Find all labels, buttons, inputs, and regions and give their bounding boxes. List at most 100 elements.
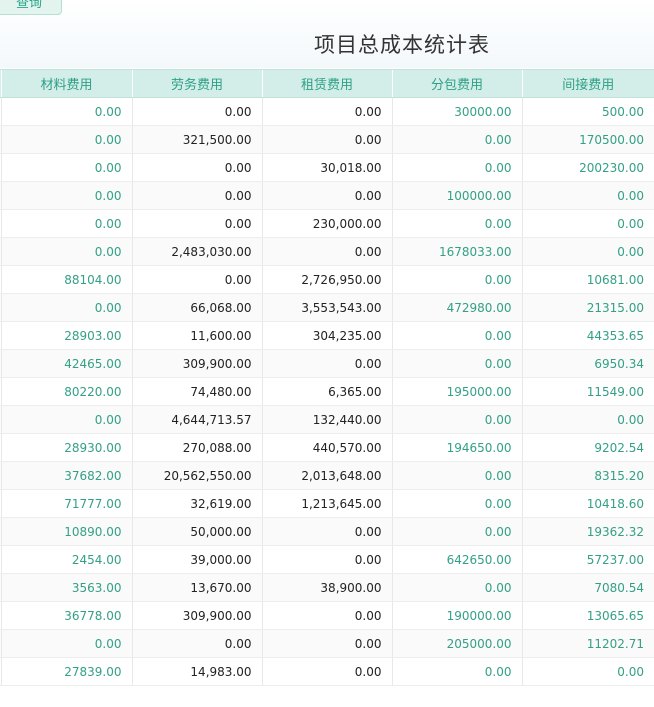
cell-subcontract: 0.00 xyxy=(391,125,522,154)
cell-indirect: 0.00 xyxy=(521,209,654,238)
cell-rental: 440,570.00 xyxy=(261,433,392,462)
cell-indirect: 13065.65 xyxy=(521,601,654,630)
cell-labor: 50,000.00 xyxy=(131,517,262,546)
cell-rental: 0.00 xyxy=(261,237,392,266)
cell-labor: 0.00 xyxy=(131,153,262,182)
cell-indirect: 8315.20 xyxy=(521,461,654,490)
table-row[interactable]: 0.00 0.00 0.00 100000.00 0.00 xyxy=(0,181,654,210)
cell-labor: 0.00 xyxy=(131,97,262,126)
cell-rental: 1,213,645.00 xyxy=(261,489,392,518)
cell-labor: 321,500.00 xyxy=(131,125,262,154)
cell-material: 36778.00 xyxy=(0,601,132,630)
cell-labor: 0.00 xyxy=(131,629,262,658)
cell-labor: 11,600.00 xyxy=(131,321,262,350)
cell-labor: 39,000.00 xyxy=(131,545,262,574)
cell-material: 80220.00 xyxy=(0,377,132,406)
cell-indirect: 9202.54 xyxy=(521,433,654,462)
cell-rental: 0.00 xyxy=(261,545,392,574)
cell-labor: 4,644,713.57 xyxy=(131,405,262,434)
table-row[interactable]: 88104.00 0.00 2,726,950.00 0.00 10681.00 xyxy=(0,265,654,294)
cell-indirect: 57237.00 xyxy=(521,545,654,574)
cell-labor: 309,900.00 xyxy=(131,601,262,630)
cell-subcontract: 0.00 xyxy=(391,573,522,602)
cell-indirect: 21315.00 xyxy=(521,293,654,322)
table-row[interactable]: 0.00 4,644,713.57 132,440.00 0.00 0.00 xyxy=(0,405,654,434)
column-header-material[interactable]: 材料费用 xyxy=(0,69,132,98)
cell-material: 27839.00 xyxy=(0,657,132,686)
table-row[interactable]: 10890.00 50,000.00 0.00 0.00 19362.32 xyxy=(0,517,654,546)
cell-labor: 2,483,030.00 xyxy=(131,237,262,266)
cell-indirect: 11549.00 xyxy=(521,377,654,406)
table-row[interactable]: 0.00 2,483,030.00 0.00 1678033.00 0.00 xyxy=(0,237,654,266)
table-row[interactable]: 0.00 0.00 230,000.00 0.00 0.00 xyxy=(0,209,654,238)
cell-rental: 6,365.00 xyxy=(261,377,392,406)
cell-indirect: 19362.32 xyxy=(521,517,654,546)
column-header-subcontract[interactable]: 分包费用 xyxy=(391,69,522,98)
cell-rental: 2,726,950.00 xyxy=(261,265,392,294)
table-row[interactable]: 0.00 321,500.00 0.00 0.00 170500.00 xyxy=(0,125,654,154)
cell-material: 3563.00 xyxy=(0,573,132,602)
cell-subcontract: 472980.00 xyxy=(391,293,522,322)
table-row[interactable]: 2454.00 39,000.00 0.00 642650.00 57237.00 xyxy=(0,545,654,574)
cell-subcontract: 30000.00 xyxy=(391,97,522,126)
cell-subcontract: 0.00 xyxy=(391,517,522,546)
cell-rental: 0.00 xyxy=(261,629,392,658)
cell-subcontract: 0.00 xyxy=(391,461,522,490)
cell-material: 28930.00 xyxy=(0,433,132,462)
cell-rental: 132,440.00 xyxy=(261,405,392,434)
cell-subcontract: 205000.00 xyxy=(391,629,522,658)
column-header-labor[interactable]: 劳务费用 xyxy=(131,69,262,98)
table-row[interactable]: 80220.00 74,480.00 6,365.00 195000.00 11549.… xyxy=(0,377,654,406)
table-row[interactable]: 0.00 0.00 0.00 30000.00 500.00 xyxy=(0,97,654,126)
table-row[interactable]: 27839.00 14,983.00 0.00 0.00 0.00 xyxy=(0,657,654,686)
table-row[interactable]: 0.00 0.00 0.00 205000.00 11202.71 xyxy=(0,629,654,658)
cell-material: 0.00 xyxy=(0,293,132,322)
table-row[interactable]: 28903.00 11,600.00 304,235.00 0.00 44353.65 xyxy=(0,321,654,350)
query-button[interactable]: 查询 xyxy=(0,0,62,15)
column-header-indirect[interactable]: 间接费用 xyxy=(521,69,654,98)
cell-material: 0.00 xyxy=(0,125,132,154)
cell-labor: 0.00 xyxy=(131,209,262,238)
cell-subcontract: 0.00 xyxy=(391,405,522,434)
cell-material: 28903.00 xyxy=(0,321,132,350)
cell-subcontract: 0.00 xyxy=(391,349,522,378)
cell-labor: 309,900.00 xyxy=(131,349,262,378)
cell-labor: 0.00 xyxy=(131,181,262,210)
cell-rental: 0.00 xyxy=(261,181,392,210)
cell-material: 2454.00 xyxy=(0,545,132,574)
table-row[interactable]: 28930.00 270,088.00 440,570.00 194650.00 920… xyxy=(0,433,654,462)
table-row[interactable]: 0.00 0.00 30,018.00 0.00 200230.00 xyxy=(0,153,654,182)
column-header-rental[interactable]: 租赁费用 xyxy=(261,69,392,98)
cell-material: 71777.00 xyxy=(0,489,132,518)
cell-material: 0.00 xyxy=(0,237,132,266)
cell-rental: 0.00 xyxy=(261,97,392,126)
table-row[interactable]: 71777.00 32,619.00 1,213,645.00 0.00 10418.6… xyxy=(0,489,654,518)
table-row[interactable]: 36778.00 309,900.00 0.00 190000.00 13065.65 xyxy=(0,601,654,630)
table-row[interactable]: 42465.00 309,900.00 0.00 0.00 6950.34 xyxy=(0,349,654,378)
cell-rental: 0.00 xyxy=(261,125,392,154)
cell-indirect: 10418.60 xyxy=(521,489,654,518)
cell-indirect: 7080.54 xyxy=(521,573,654,602)
cell-subcontract: 0.00 xyxy=(391,657,522,686)
cell-indirect: 200230.00 xyxy=(521,153,654,182)
report-page: 查询 项目总成本统计表 材料费用 劳务费用 租赁费用 分包费用 间接费用 0.0… xyxy=(0,0,654,707)
cell-labor: 270,088.00 xyxy=(131,433,262,462)
cell-labor: 0.00 xyxy=(131,265,262,294)
cell-indirect: 0.00 xyxy=(521,405,654,434)
cell-subcontract: 642650.00 xyxy=(391,545,522,574)
cell-indirect: 500.00 xyxy=(521,97,654,126)
cell-indirect: 11202.71 xyxy=(521,629,654,658)
cell-subcontract: 195000.00 xyxy=(391,377,522,406)
cell-rental: 38,900.00 xyxy=(261,573,392,602)
cell-subcontract: 100000.00 xyxy=(391,181,522,210)
cell-indirect: 0.00 xyxy=(521,657,654,686)
table-row[interactable]: 3563.00 13,670.00 38,900.00 0.00 7080.54 xyxy=(0,573,654,602)
cell-material: 0.00 xyxy=(0,209,132,238)
cell-subcontract: 0.00 xyxy=(391,489,522,518)
cell-labor: 20,562,550.00 xyxy=(131,461,262,490)
table-row[interactable]: 0.00 66,068.00 3,553,543.00 472980.00 21315.… xyxy=(0,293,654,322)
cell-labor: 32,619.00 xyxy=(131,489,262,518)
table-row[interactable]: 37682.00 20,562,550.00 2,013,648.00 0.00 831… xyxy=(0,461,654,490)
cell-indirect: 44353.65 xyxy=(521,321,654,350)
cell-rental: 3,553,543.00 xyxy=(261,293,392,322)
